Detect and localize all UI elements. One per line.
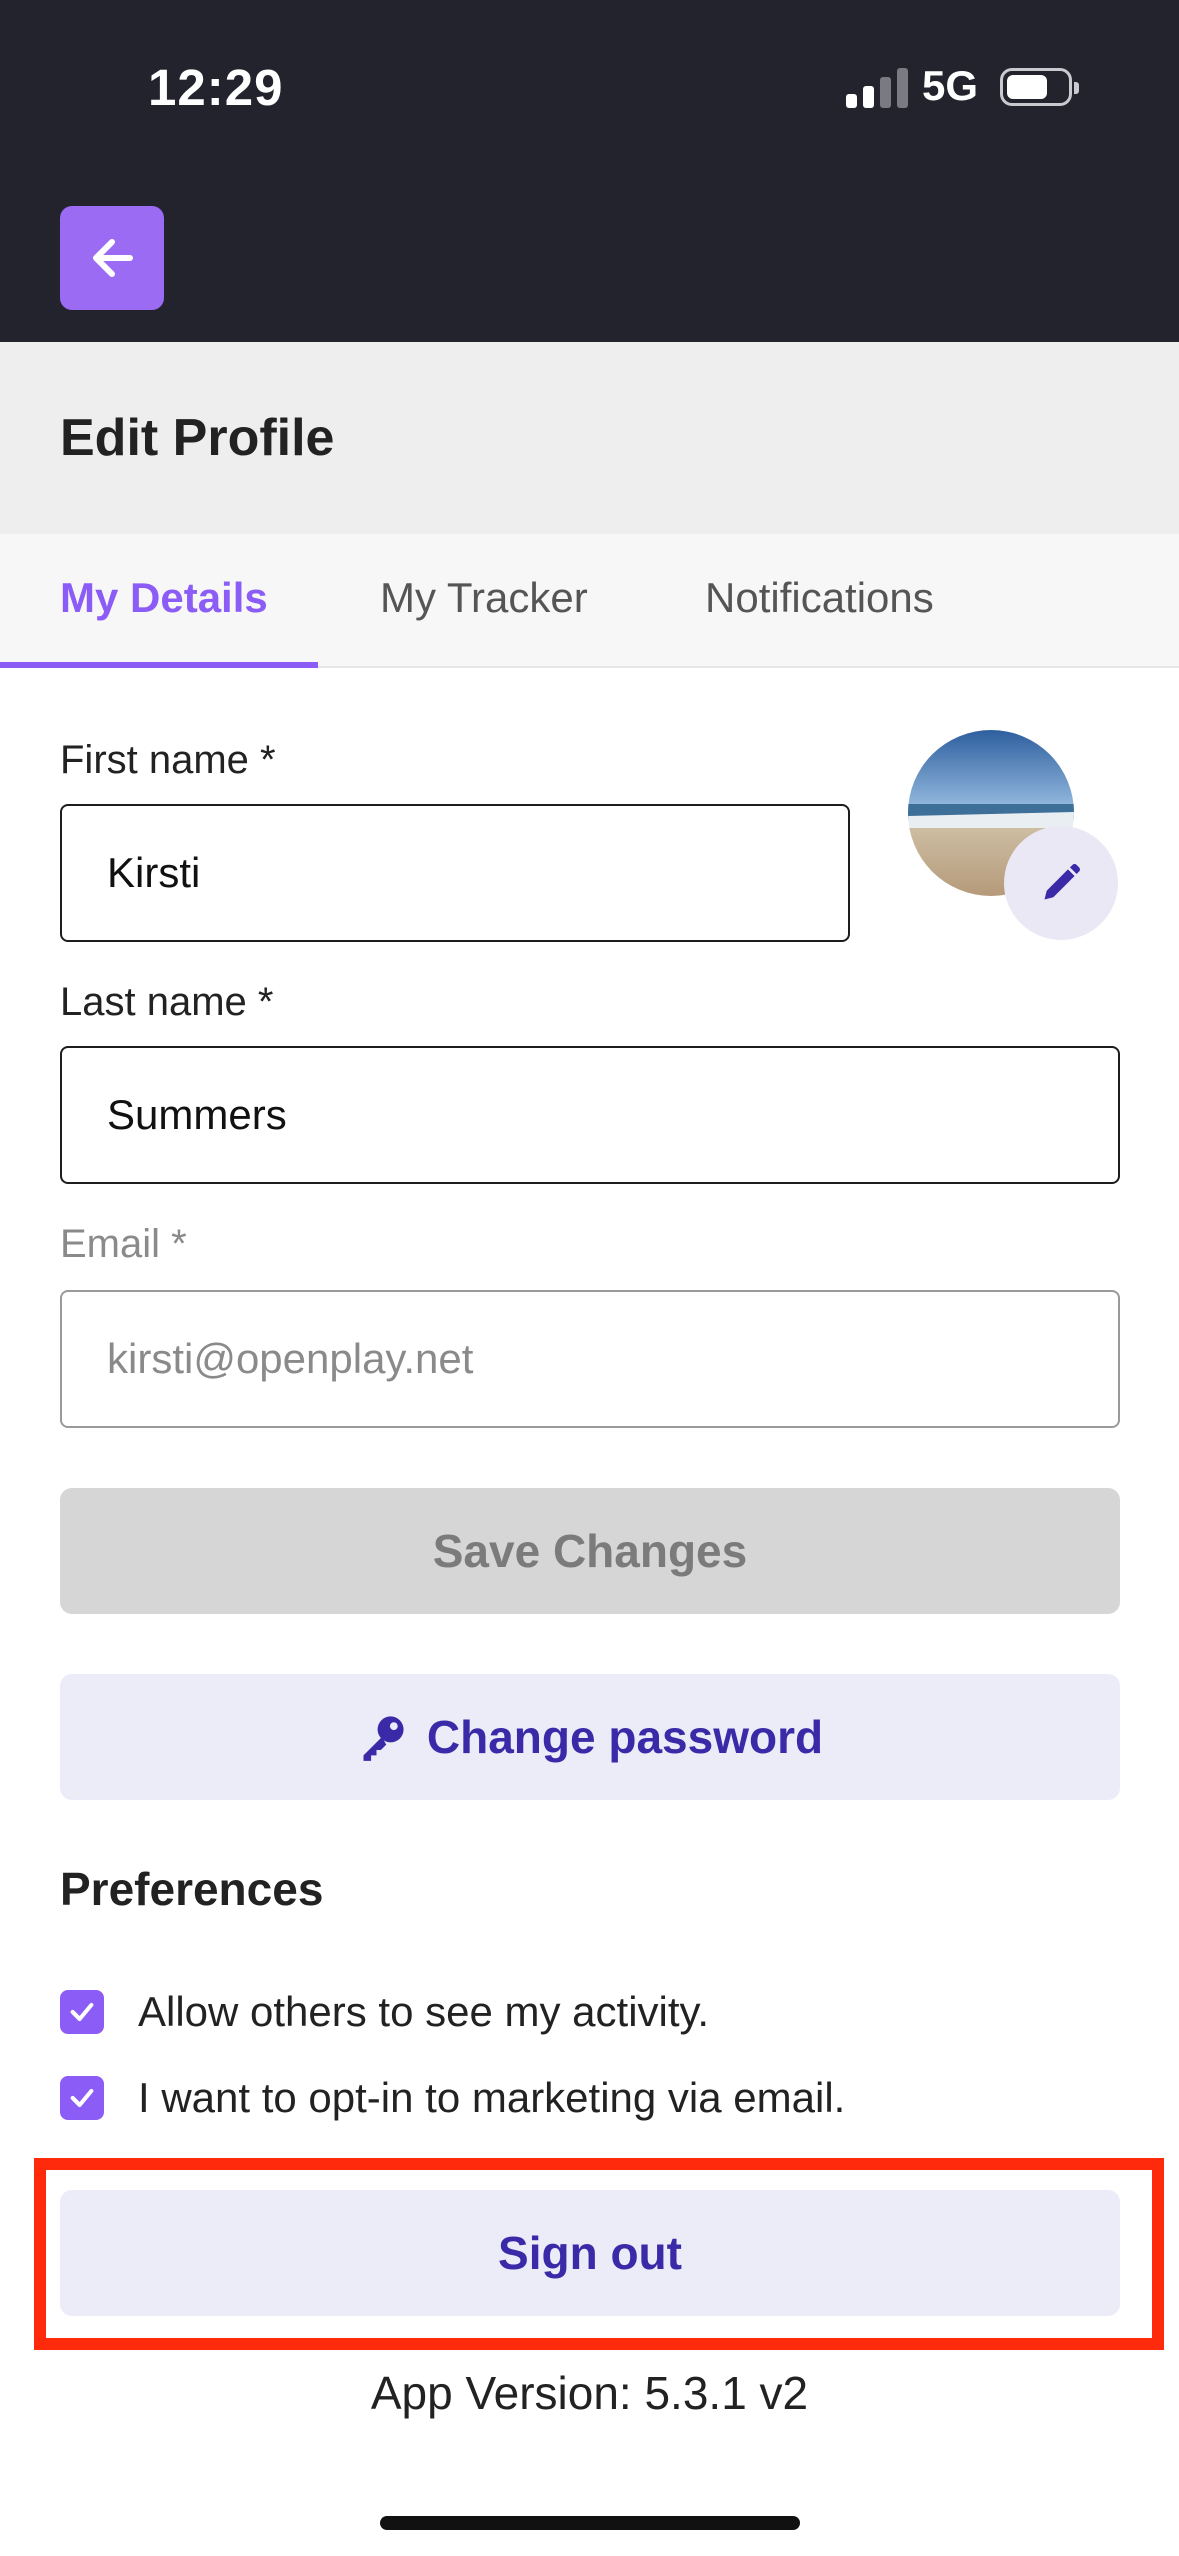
change-password-label: Change password	[426, 1711, 824, 1763]
check-icon	[70, 2088, 94, 2108]
pref-marketing-label: I want to opt-in to marketing via email.	[138, 2074, 846, 2121]
home-indicator	[380, 2516, 800, 2530]
tab-my-tracker[interactable]: My Tracker	[380, 574, 588, 622]
tab-bar: My Details My Tracker Notifications	[0, 534, 1179, 668]
title-band: Edit Profile	[0, 342, 1179, 534]
pref-activity-label: Allow others to see my activity.	[138, 1988, 710, 2035]
edit-avatar-button[interactable]	[1004, 826, 1118, 940]
last-name-label: Last name *	[60, 980, 274, 1024]
last-name-field[interactable]: Summers	[60, 1046, 1120, 1184]
tab-my-details[interactable]: My Details	[60, 574, 268, 622]
pencil-icon	[1044, 864, 1080, 900]
pref-activity-visible[interactable]: Allow others to see my activity.	[60, 1988, 709, 2036]
first-name-field[interactable]: Kirsti	[60, 804, 850, 942]
change-password-button[interactable]: Change password	[60, 1674, 1120, 1800]
first-name-label: First name *	[60, 738, 276, 782]
checkbox-checked[interactable]	[60, 1990, 104, 2034]
page-title: Edit Profile	[60, 409, 335, 467]
active-tab-indicator	[0, 662, 318, 668]
app-version: App Version: 5.3.1 v2	[370, 2367, 809, 2419]
arrow-left-icon	[93, 239, 133, 277]
pref-marketing-email[interactable]: I want to opt-in to marketing via email.	[60, 2074, 845, 2122]
highlight-box	[34, 2158, 1164, 2350]
preferences-title: Preferences	[60, 1863, 324, 1915]
email-field: kirsti@openplay.net	[60, 1290, 1120, 1428]
battery-icon	[1000, 68, 1079, 106]
status-time: 12:29	[148, 59, 284, 116]
app-header: 12:29 5G	[0, 0, 1179, 342]
tab-notifications[interactable]: Notifications	[705, 574, 934, 622]
checkbox-checked[interactable]	[60, 2076, 104, 2120]
signal-icon	[846, 66, 908, 108]
save-changes-button[interactable]: Save Changes	[60, 1488, 1120, 1614]
check-icon	[70, 2002, 94, 2022]
email-label: Email *	[60, 1222, 187, 1266]
key-icon	[357, 1711, 409, 1763]
save-changes-label: Save Changes	[432, 1525, 748, 1577]
network-label: 5G	[922, 62, 979, 109]
back-button[interactable]	[60, 206, 164, 310]
